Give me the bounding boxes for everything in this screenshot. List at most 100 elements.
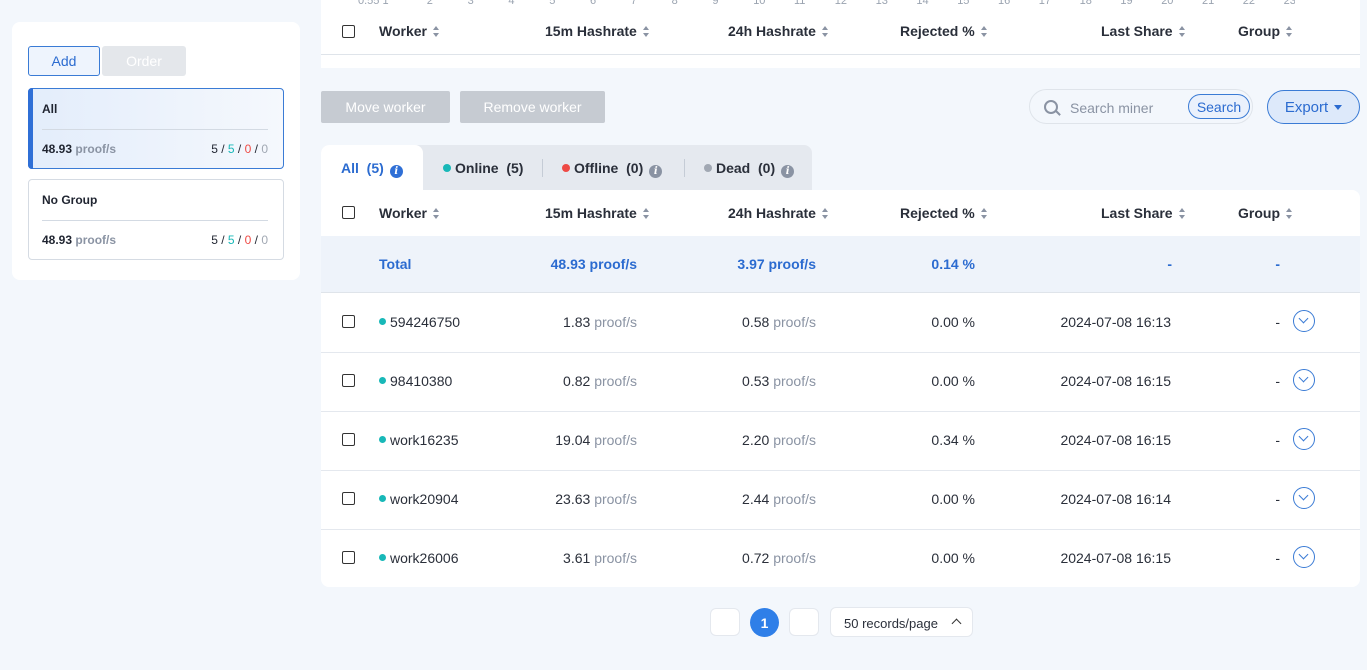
axis-tick-label: 21	[1202, 0, 1215, 7]
total-group: -	[1275, 256, 1280, 272]
hashrate-24h: 0.72 proof/s	[742, 550, 816, 566]
online-status-icon	[379, 436, 386, 443]
expand-row-icon[interactable]	[1293, 487, 1315, 509]
select-all-checkbox[interactable]	[342, 25, 355, 38]
axis-tick-label: 5	[549, 0, 556, 7]
online-status-icon	[379, 554, 386, 561]
column-worker[interactable]: Worker	[379, 8, 440, 54]
last-share-time: 2024-07-08 16:13	[1060, 314, 1171, 330]
chevron-up-icon	[951, 618, 962, 629]
tab-dead[interactable]: Dead (0) i	[704, 160, 795, 178]
table-row: 98410380 0.82 proof/s 0.53 proof/s 0.00 …	[321, 352, 1360, 412]
export-dropdown-button[interactable]: Export	[1267, 90, 1360, 124]
expand-row-icon[interactable]	[1293, 310, 1315, 332]
axis-tick-label: 0.55 1	[358, 0, 389, 7]
worker-name[interactable]: 594246750	[379, 314, 460, 330]
prev-page-button[interactable]	[710, 608, 740, 636]
group-card-all[interactable]: All 48.93 proof/s 5 / 5 / 0 / 0	[28, 88, 284, 169]
table-row: 594246750 1.83 proof/s 0.58 proof/s 0.00…	[321, 293, 1360, 353]
axis-tick-label: 15	[957, 0, 970, 7]
sort-icon	[1178, 207, 1186, 219]
worker-name[interactable]: work26006	[379, 550, 459, 566]
worker-name[interactable]: work16235	[379, 432, 459, 448]
remove-worker-button[interactable]: Remove worker	[460, 91, 605, 123]
column-rejected[interactable]: Rejected %	[900, 190, 988, 236]
add-group-button[interactable]: Add	[28, 46, 100, 76]
column-last-share[interactable]: Last Share	[1101, 8, 1186, 54]
sort-icon	[432, 25, 440, 37]
group-name: All	[42, 102, 58, 116]
axis-tick-label: 17	[1038, 0, 1052, 7]
info-icon[interactable]: i	[781, 165, 795, 178]
expand-row-icon[interactable]	[1293, 546, 1315, 568]
page-size-select[interactable]: 50 records/page	[830, 607, 973, 637]
group-hashrate: 48.93 proof/s	[42, 233, 117, 247]
column-24h-hashrate[interactable]: 24h Hashrate	[728, 190, 829, 236]
move-worker-button[interactable]: Move worker	[321, 91, 450, 123]
dead-dot-icon	[704, 164, 712, 172]
sort-icon	[821, 207, 829, 219]
info-icon[interactable]: i	[649, 165, 663, 178]
axis-tick-label: 22	[1242, 0, 1256, 7]
divider	[42, 129, 268, 130]
search-box: Search	[1029, 89, 1253, 124]
column-group[interactable]: Group	[1238, 8, 1293, 54]
column-rejected[interactable]: Rejected %	[900, 8, 988, 54]
column-group[interactable]: Group	[1238, 190, 1293, 236]
tab-all[interactable]: All (5) i	[321, 145, 423, 191]
worker-table-header: Worker 15m Hashrate 24h Hashrate Rejecte…	[321, 190, 1360, 237]
row-checkbox[interactable]	[342, 551, 355, 564]
hashrate-24h: 0.58 proof/s	[742, 314, 816, 330]
axis-tick-label: 12	[834, 0, 848, 7]
row-checkbox[interactable]	[342, 492, 355, 505]
rejected-rate: 0.00 %	[931, 550, 975, 566]
rejected-rate: 0.34 %	[931, 432, 975, 448]
axis-tick-label: 9	[712, 0, 719, 7]
worker-name[interactable]: 98410380	[379, 373, 452, 389]
next-page-button[interactable]	[789, 608, 819, 636]
row-checkbox[interactable]	[342, 433, 355, 446]
hashrate-15m: 1.83 proof/s	[563, 314, 637, 330]
sort-icon	[1286, 25, 1293, 37]
column-last-share[interactable]: Last Share	[1101, 190, 1186, 236]
total-label: Total	[379, 256, 412, 272]
rejected-rate: 0.00 %	[931, 314, 975, 330]
axis-tick-label: 2	[426, 0, 433, 7]
search-input[interactable]	[1068, 97, 1190, 119]
status-tabs: All (5) i Online (5) Offline (0) i Dead (0…	[321, 145, 812, 191]
group-card-no-group[interactable]: No Group 48.93 proof/s 5 / 5 / 0 / 0	[28, 179, 284, 260]
hashrate-24h: 2.44 proof/s	[742, 491, 816, 507]
table-row: work16235 19.04 proof/s 2.20 proof/s 0.3…	[321, 411, 1360, 471]
row-checkbox[interactable]	[342, 315, 355, 328]
axis-tick-label: 4	[508, 0, 515, 7]
worker-name[interactable]: work20904	[379, 491, 459, 507]
column-worker[interactable]: Worker	[379, 190, 440, 236]
axis-tick-label: 8	[671, 0, 678, 7]
sort-icon	[1178, 25, 1186, 37]
select-all-checkbox[interactable]	[342, 206, 355, 219]
group-hashrate: 48.93 proof/s	[42, 142, 117, 156]
total-row: Total 48.93 proof/s 3.97 proof/s 0.14 % …	[321, 236, 1360, 293]
sort-icon	[980, 25, 988, 37]
sort-icon	[980, 207, 988, 219]
order-groups-button[interactable]: Order	[102, 46, 186, 76]
expand-row-icon[interactable]	[1293, 369, 1315, 391]
top-table-header: Worker 15m Hashrate 24h Hashrate Rejecte…	[321, 8, 1360, 55]
axis-tick-label: 20	[1161, 0, 1174, 7]
info-icon[interactable]: i	[389, 165, 403, 178]
rejected-rate: 0.00 %	[931, 373, 975, 389]
expand-row-icon[interactable]	[1293, 428, 1315, 450]
column-15m-hashrate[interactable]: 15m Hashrate	[545, 8, 650, 54]
row-checkbox[interactable]	[342, 374, 355, 387]
column-24h-hashrate[interactable]: 24h Hashrate	[728, 8, 829, 54]
column-15m-hashrate[interactable]: 15m Hashrate	[545, 190, 650, 236]
last-share-time: 2024-07-08 16:15	[1060, 432, 1171, 448]
search-button[interactable]: Search	[1188, 94, 1250, 119]
divider	[542, 159, 543, 177]
sort-icon	[1286, 207, 1293, 219]
axis-tick-label: 16	[998, 0, 1011, 7]
tab-online[interactable]: Online (5)	[443, 160, 523, 176]
page-1-button[interactable]: 1	[750, 608, 779, 637]
divider	[42, 220, 268, 221]
tab-offline[interactable]: Offline (0) i	[562, 160, 663, 178]
